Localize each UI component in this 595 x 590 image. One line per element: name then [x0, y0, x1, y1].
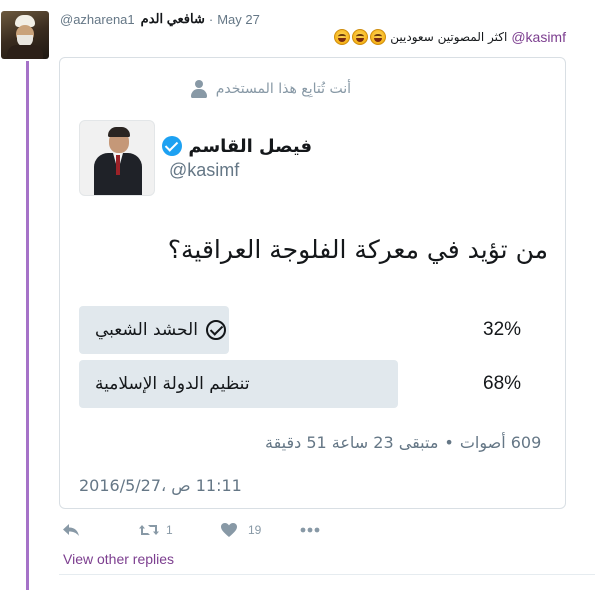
view-other-replies-link[interactable]: View other replies	[63, 550, 174, 568]
poll-option-percent: 32%	[483, 319, 522, 340]
poll-meta: 609 أصوات • متبقى 23 ساعة 51 دقيقة	[265, 430, 541, 454]
follow-note-text: أنت تُتابِع هذا المستخدم	[215, 81, 351, 97]
like-button[interactable]: 19	[220, 519, 261, 541]
retweet-icon	[139, 525, 159, 535]
mention-link[interactable]: @kasimf	[511, 29, 566, 45]
emoji-group	[334, 29, 387, 45]
poll-remaining: متبقى 23 ساعة 51 دقيقة	[265, 432, 439, 452]
more-icon	[300, 527, 320, 533]
poll-option-label-wrap: الحشد الشعبي	[95, 306, 226, 354]
laughing-emoji-icon	[334, 29, 351, 45]
poll-option: الحشد الشعبي 32%	[79, 306, 547, 354]
person-icon	[190, 80, 208, 98]
poll-option-percent: 68%	[483, 373, 522, 394]
header-separator: ·	[208, 11, 214, 27]
follow-note: أنت تُتابِع هذا المستخدم	[190, 78, 351, 100]
poll-option: تنظيم الدولة الإسلامية 68%	[79, 360, 547, 408]
poll-meta-dot: •	[444, 432, 454, 452]
thread-rail	[26, 61, 29, 590]
like-count: 19	[248, 523, 262, 537]
laughing-emoji-icon	[352, 29, 369, 45]
quoted-author-name: فيصل القاسم	[188, 135, 312, 157]
tweet-date[interactable]: May 27	[217, 12, 260, 27]
poll-option-label-wrap: تنظيم الدولة الإسلامية	[95, 360, 250, 408]
poll-option-label: تنظيم الدولة الإسلامية	[95, 374, 250, 394]
reply-text: اكثر المصوتين سعوديين	[390, 30, 508, 44]
poll-question: من تؤيد في معركة الفلوجة العراقية؟	[167, 234, 548, 264]
quoted-author-avatar[interactable]	[79, 120, 155, 196]
retweet-count: 1	[166, 523, 173, 537]
check-circle-icon	[205, 320, 226, 340]
verified-badge-icon	[162, 136, 183, 156]
tweet-header: @azharena1 شافعي الدم · May 27	[60, 10, 260, 28]
poll-votes: 609 أصوات	[459, 432, 542, 452]
reply-icon	[63, 524, 79, 536]
quoted-author-handle[interactable]: @kasimf	[169, 159, 239, 181]
divider	[59, 574, 595, 575]
more-button[interactable]	[300, 519, 320, 541]
reply-button[interactable]	[62, 519, 80, 541]
author-handle[interactable]: @azharena1	[60, 12, 135, 27]
poll-option-label: الحشد الشعبي	[95, 320, 198, 340]
author-avatar[interactable]	[1, 11, 49, 59]
tweet-text: اكثر المصوتين سعوديين @kasimf	[334, 27, 566, 47]
heart-icon	[221, 523, 237, 537]
author-name[interactable]: شافعي الدم	[141, 11, 205, 27]
laughing-emoji-icon	[370, 29, 387, 45]
quoted-timestamp[interactable]: 11:11 ص ،2016/5/27	[79, 474, 242, 496]
retweet-button[interactable]: 1	[138, 519, 173, 541]
quoted-author[interactable]: فيصل القاسم	[162, 133, 312, 159]
